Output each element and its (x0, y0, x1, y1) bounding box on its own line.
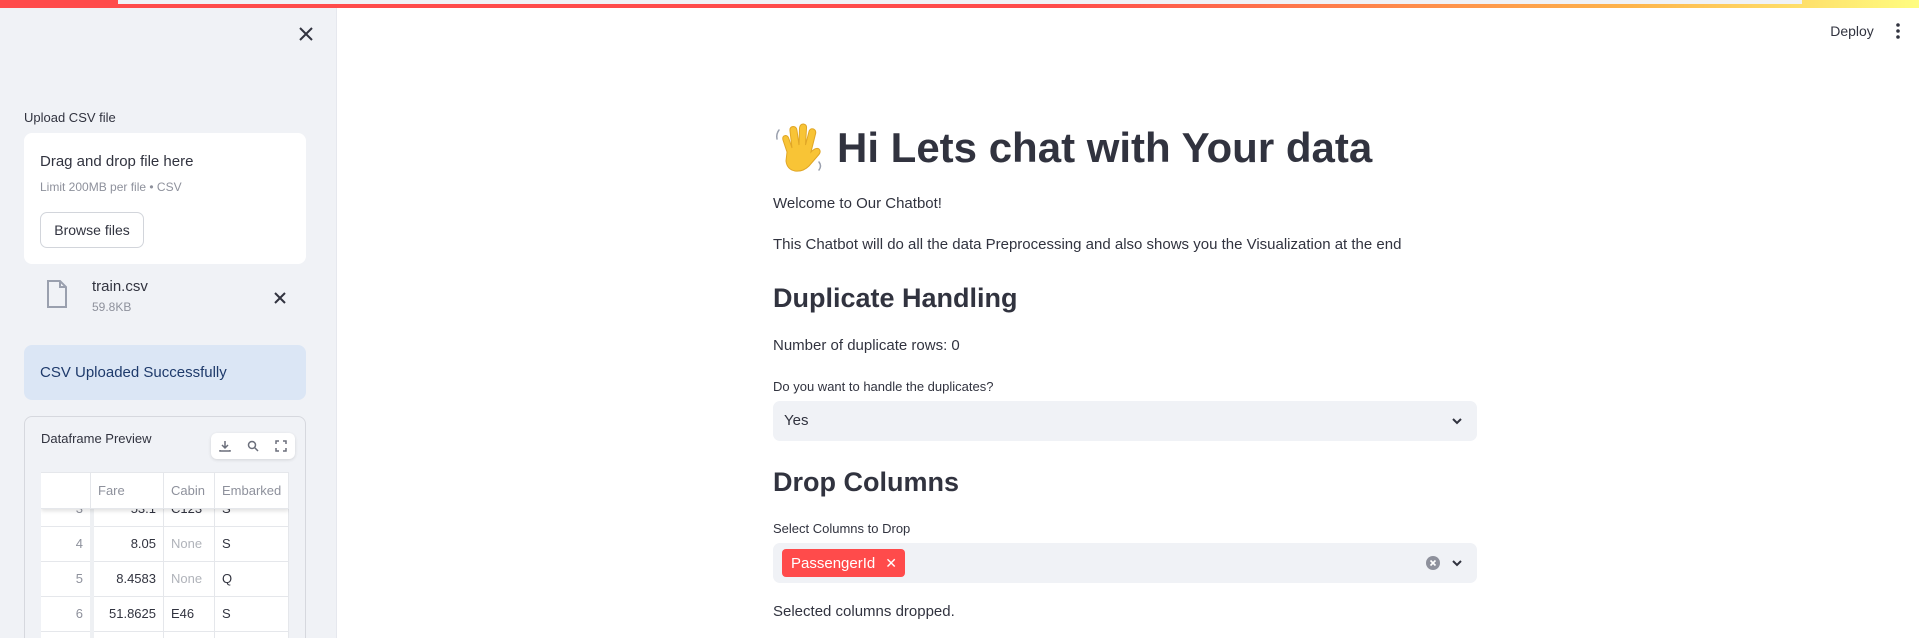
table-row: 4 8.05 None S (41, 526, 289, 562)
remove-file-button[interactable] (268, 286, 292, 310)
upload-label: Upload CSV file (24, 110, 116, 125)
description-text: This Chatbot will do all the data Prepro… (773, 236, 1402, 253)
cell[interactable] (215, 631, 289, 638)
duplicate-count-text: Number of duplicate rows: 0 (773, 337, 960, 354)
row-index: 4 (41, 526, 91, 561)
dropzone-title: Drag and drop file here (40, 153, 194, 170)
file-dropzone[interactable]: Drag and drop file here Limit 200MB per … (24, 133, 306, 264)
search-button[interactable] (242, 435, 264, 457)
cell[interactable]: S (215, 596, 289, 631)
close-icon (274, 292, 286, 304)
column-tag: PassengerId ✕ (782, 549, 905, 577)
cell[interactable]: S (215, 526, 289, 561)
drop-result-text: Selected columns dropped. (773, 603, 955, 620)
search-icon (247, 440, 259, 452)
column-header[interactable]: Cabin (164, 473, 215, 508)
table-row: 6 51.8625 E46 S (41, 596, 289, 632)
download-icon (219, 441, 231, 452)
cell[interactable]: None (164, 561, 215, 596)
waving-hand-icon (776, 123, 822, 172)
cell[interactable] (91, 631, 164, 638)
file-icon (47, 280, 67, 308)
deploy-button[interactable]: Deploy (1820, 16, 1884, 46)
row-index (41, 631, 91, 638)
page-title-text: Hi Lets chat with Your data (837, 124, 1373, 171)
page-title: Hi Lets chat with Your data (773, 122, 1372, 174)
fullscreen-icon (275, 440, 287, 452)
chevron-down-icon (1452, 560, 1462, 567)
dataframe-preview: Dataframe Preview Fare Cabin Embarked 3 (24, 416, 306, 638)
dropzone-limit: Limit 200MB per file • CSV (40, 180, 182, 194)
close-icon (299, 27, 313, 41)
cell[interactable]: 8.4583 (91, 561, 164, 596)
duplicate-select[interactable]: Yes (773, 401, 1477, 441)
row-index: 6 (41, 596, 91, 631)
cell[interactable]: 8.05 (91, 526, 164, 561)
table-header-row: Fare Cabin Embarked (41, 473, 289, 509)
table-row: 5 8.4583 None Q (41, 561, 289, 597)
column-header[interactable]: Fare (91, 473, 164, 508)
upload-success-alert: CSV Uploaded Successfully (24, 345, 306, 400)
download-button[interactable] (214, 435, 236, 457)
dataframe-label: Dataframe Preview (41, 431, 152, 446)
more-vert-icon (1896, 23, 1900, 39)
column-header[interactable]: Embarked (215, 473, 289, 508)
duplicate-heading: Duplicate Handling (773, 283, 1018, 313)
remove-tag-button[interactable]: ✕ (885, 555, 897, 572)
fullscreen-button[interactable] (270, 435, 292, 457)
column-header (41, 473, 91, 508)
cell[interactable]: E46 (164, 596, 215, 631)
cell[interactable]: None (164, 526, 215, 561)
sidebar-close-button[interactable] (294, 22, 318, 46)
browse-files-button[interactable]: Browse files (40, 212, 144, 248)
sidebar: Upload CSV file Drag and drop file here … (0, 8, 337, 638)
duplicate-question-label: Do you want to handle the duplicates? (773, 379, 994, 394)
row-index: 5 (41, 561, 91, 596)
dataframe-toolbar (211, 433, 295, 459)
dataframe-grid[interactable]: Fare Cabin Embarked 3 53.1 C123 S 4 8.05… (41, 472, 289, 638)
cell[interactable]: 51.8625 (91, 596, 164, 631)
drop-columns-heading: Drop Columns (773, 467, 959, 497)
header-bar (118, 0, 1802, 4)
clear-icon[interactable] (1425, 555, 1441, 571)
uploaded-file: train.csv 59.8KB (24, 276, 306, 320)
drop-columns-multiselect[interactable]: PassengerId ✕ (773, 543, 1477, 583)
drop-columns-label: Select Columns to Drop (773, 521, 911, 536)
welcome-text: Welcome to Our Chatbot! (773, 195, 942, 212)
table-row (41, 631, 289, 638)
file-size: 59.8KB (92, 300, 132, 314)
duplicate-select-value: Yes (784, 412, 809, 429)
main-menu-button[interactable] (1886, 18, 1910, 44)
cell[interactable] (164, 631, 215, 638)
file-name: train.csv (92, 278, 148, 295)
cell[interactable]: Q (215, 561, 289, 596)
chevron-down-icon (1452, 418, 1462, 425)
column-tag-label: PassengerId (791, 554, 876, 572)
